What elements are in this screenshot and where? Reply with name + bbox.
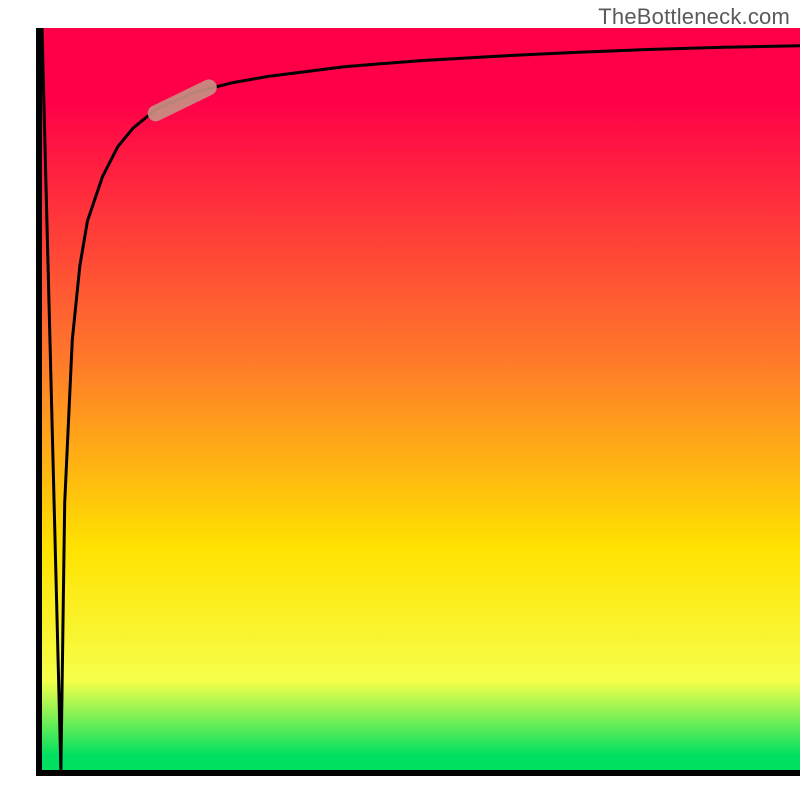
highlight-marker <box>156 87 209 113</box>
bottleneck-curve <box>42 28 800 770</box>
curve-line <box>42 28 800 770</box>
watermark-text: TheBottleneck.com <box>598 4 790 30</box>
y-axis <box>36 28 42 776</box>
chart-canvas: TheBottleneck.com <box>0 0 800 800</box>
plot-area <box>42 28 800 770</box>
x-axis <box>36 770 800 776</box>
